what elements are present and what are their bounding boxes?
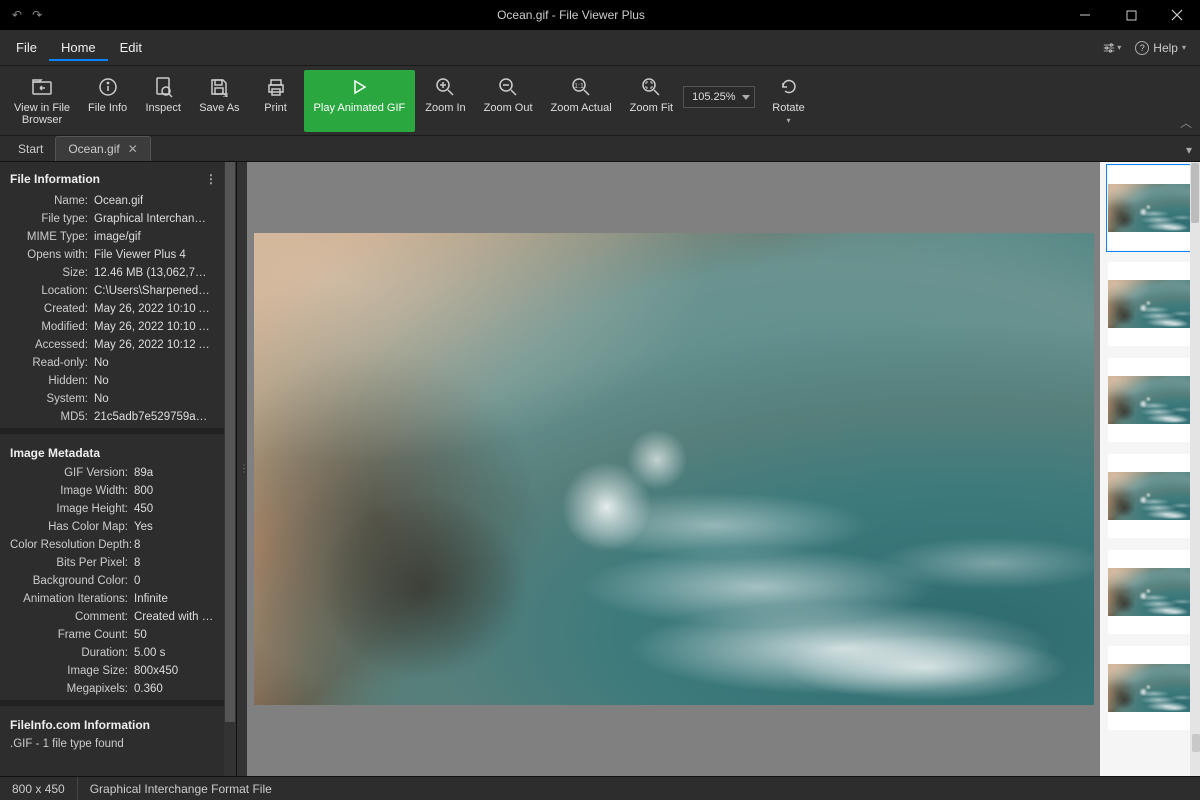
thumbnails-scrollbar[interactable] (1190, 162, 1200, 776)
settings-icon[interactable]: ▾ (1103, 39, 1121, 57)
print-icon (265, 76, 287, 98)
status-filetype: Graphical Interchange Format File (78, 777, 284, 800)
info-row: Background Color:0 (10, 572, 232, 590)
info-row: Image Height:450 (10, 500, 232, 518)
play-animated-gif-button[interactable]: Play Animated GIF (304, 70, 416, 132)
info-row: Animation Iterations:Infinite (10, 590, 232, 608)
thumbnail[interactable] (1108, 166, 1192, 250)
rotate-icon (778, 76, 800, 98)
info-row: File type:Graphical Interchange … (10, 210, 232, 228)
fileinfo-com-panel: FileInfo.com Information .GIF - 1 file t… (0, 706, 236, 760)
info-row: Name:Ocean.gif (10, 192, 232, 210)
help-icon: ? (1135, 41, 1149, 55)
info-row: Has Color Map:Yes (10, 518, 232, 536)
displayed-image (254, 233, 1094, 705)
info-row: Hidden:No (10, 372, 232, 390)
thumbnail[interactable] (1108, 358, 1192, 442)
info-row: Duration:5.00 s (10, 644, 232, 662)
zoom-fit-button[interactable]: Zoom Fit (622, 70, 681, 132)
zoom-actual-icon: 1:1 (570, 76, 592, 98)
view-in-file-browser-button[interactable]: View in File Browser (6, 70, 78, 132)
fileinfo-com-title: FileInfo.com Information (10, 712, 232, 736)
menu-edit[interactable]: Edit (108, 34, 154, 61)
window-title: Ocean.gif - File Viewer Plus (80, 8, 1062, 22)
chevron-down-icon (742, 95, 750, 100)
zoom-fit-icon (640, 76, 662, 98)
expand-tabs-icon[interactable]: ▾ (1186, 143, 1192, 157)
thumbnail[interactable] (1108, 262, 1192, 346)
ribbon: View in File Browser File Info Inspect S… (0, 66, 1200, 136)
inspect-icon (152, 76, 174, 98)
zoom-in-icon (434, 76, 456, 98)
info-sidebar: File Information ⋮ Name:Ocean.gifFile ty… (0, 162, 237, 776)
file-info-title: File Information (10, 172, 100, 186)
menu-file[interactable]: File (4, 34, 49, 61)
info-icon (97, 76, 119, 98)
svg-text:1:1: 1:1 (574, 83, 584, 90)
menu-home[interactable]: Home (49, 34, 108, 61)
info-row: Size:12.46 MB (13,062,797 b… (10, 264, 232, 282)
info-row: Bits Per Pixel:8 (10, 554, 232, 572)
info-row: Comment:Created with e… (10, 608, 232, 626)
undo-icon[interactable]: ↶ (12, 8, 22, 22)
fileinfo-com-line: .GIF - 1 file type found (10, 736, 232, 758)
file-info-button[interactable]: File Info (80, 70, 135, 132)
thumbnail[interactable] (1108, 646, 1192, 730)
redo-icon[interactable]: ↷ (32, 8, 42, 22)
info-row: GIF Version:89a (10, 464, 232, 482)
close-button[interactable] (1154, 0, 1200, 30)
zoom-actual-button[interactable]: 1:1 Zoom Actual (543, 70, 620, 132)
info-row: Read-only:No (10, 354, 232, 372)
info-row: System:No (10, 390, 232, 408)
info-row: Frame Count:50 (10, 626, 232, 644)
statusbar: 800 x 450 Graphical Interchange Format F… (0, 776, 1200, 800)
play-icon (348, 76, 370, 98)
chevron-down-icon: ▾ (787, 116, 791, 125)
info-row: Modified:May 26, 2022 10:10 AM (10, 318, 232, 336)
folder-arrow-icon (31, 76, 53, 98)
minimize-button[interactable] (1062, 0, 1108, 30)
tab-start[interactable]: Start (6, 137, 55, 161)
help-button[interactable]: ? Help ▾ (1135, 41, 1186, 55)
info-row: Location:C:\Users\SharpenedPr… (10, 282, 232, 300)
zoom-level-dropdown[interactable]: 105.25% (683, 86, 754, 108)
tab-file[interactable]: Ocean.gif ✕ (55, 136, 150, 161)
inspect-button[interactable]: Inspect (137, 70, 189, 132)
zoom-in-button[interactable]: Zoom In (417, 70, 473, 132)
info-row: Accessed:May 26, 2022 10:12 AM (10, 336, 232, 354)
splitter[interactable]: ⋮ (237, 162, 247, 776)
save-as-button[interactable]: Save As (191, 70, 247, 132)
menubar: File Home Edit ▾ ? Help ▾ (0, 30, 1200, 66)
titlebar: ↶ ↷ Ocean.gif - File Viewer Plus (0, 0, 1200, 30)
print-button[interactable]: Print (250, 70, 302, 132)
sidebar-scrollbar[interactable] (224, 162, 236, 776)
maximize-button[interactable] (1108, 0, 1154, 30)
info-row: Image Size:800x450 (10, 662, 232, 680)
info-row: Megapixels:0.360 (10, 680, 232, 698)
thumbnail[interactable] (1108, 454, 1192, 538)
info-row: Image Width:800 (10, 482, 232, 500)
info-row: Color Resolution Depth:8 (10, 536, 232, 554)
save-as-icon (208, 76, 230, 98)
thumbnail[interactable] (1108, 550, 1192, 634)
frame-thumbnails (1100, 162, 1200, 776)
rotate-button[interactable]: Rotate ▾ (763, 70, 815, 132)
ribbon-collapse-icon[interactable]: ︿ (1180, 114, 1192, 131)
image-viewer[interactable] (247, 162, 1100, 776)
image-meta-title: Image Metadata (10, 440, 232, 464)
image-metadata-panel: Image Metadata GIF Version:89aImage Widt… (0, 434, 236, 700)
zoom-out-button[interactable]: Zoom Out (476, 70, 541, 132)
file-information-panel: File Information ⋮ Name:Ocean.gifFile ty… (0, 162, 236, 428)
info-row: Created:May 26, 2022 10:10 AM (10, 300, 232, 318)
zoom-out-icon (497, 76, 519, 98)
info-row: MIME Type:image/gif (10, 228, 232, 246)
close-tab-icon[interactable]: ✕ (128, 142, 138, 156)
tabstrip: Start Ocean.gif ✕ ▾ (0, 136, 1200, 162)
status-dimensions: 800 x 450 (0, 777, 78, 800)
info-row: Opens with:File Viewer Plus 4 (10, 246, 232, 264)
info-row: MD5:21c5adb7e529759a573… (10, 408, 232, 426)
